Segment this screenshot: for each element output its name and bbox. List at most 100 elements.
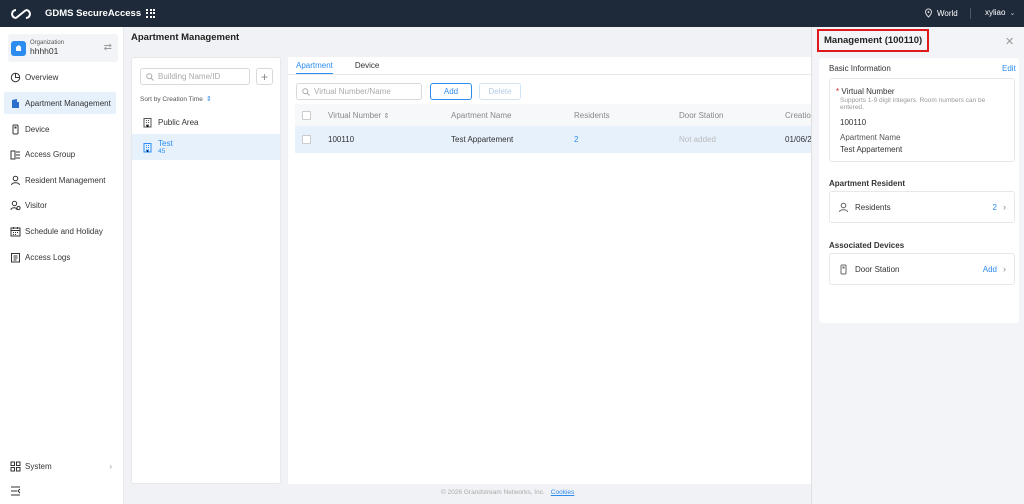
chevron-right-icon: › (1003, 202, 1006, 212)
column-header-door-station: Door Station (679, 110, 724, 120)
sidebar-item-label: Schedule and Holiday (25, 226, 103, 236)
table-header: Virtual Number ⇕ Apartment Name Resident… (295, 104, 818, 126)
required-mark: * (836, 87, 840, 96)
user-name: xyliao (985, 8, 1006, 17)
sidebar-item-label: System (25, 461, 52, 471)
sidebar-item-label: Overview (25, 72, 59, 82)
select-all-checkbox[interactable] (302, 110, 311, 120)
sidebar-item-access-group[interactable]: Access Group (4, 143, 116, 165)
organization-logo-icon (11, 40, 26, 56)
chevron-down-icon: ⌄ (1009, 9, 1016, 17)
column-header-virtual-number[interactable]: Virtual Number ⇕ (328, 111, 389, 120)
switch-icon[interactable]: ⇄ (104, 42, 112, 53)
organization-switcher[interactable]: Organization hhhh01 ⇄ (8, 34, 118, 62)
app-name: GDMS SecureAccess (45, 8, 142, 19)
virtual-number-label: Virtual Number (841, 87, 895, 96)
door-station-row[interactable]: Door Station Add › (829, 253, 1015, 285)
sidebar-item-resident-management[interactable]: Resident Management (4, 169, 116, 191)
visitor-icon (10, 200, 21, 211)
door-station-add-link[interactable]: Add (983, 265, 997, 274)
tab-device[interactable]: Device (355, 61, 379, 74)
virtual-number-value: 100110 (840, 118, 867, 127)
add-apartment-button[interactable]: Add (430, 83, 472, 100)
edit-button[interactable]: Edit (1002, 64, 1016, 73)
apartment-name-label: Apartment Name (840, 133, 901, 142)
access-group-icon (10, 149, 21, 160)
drawer-title: Management (100110) (817, 29, 930, 52)
door-station-label: Door Station (855, 264, 900, 274)
chevron-right-icon: › (109, 461, 112, 471)
cell-virtual-number: 100110 (328, 135, 355, 144)
log-icon (10, 252, 21, 263)
sidebar-item-apartment-management[interactable]: Apartment Management (4, 92, 116, 114)
basic-info-title: Basic Information (829, 64, 891, 73)
cell-residents-link[interactable]: 2 (574, 135, 578, 144)
tree-node-count: 45 (158, 148, 166, 155)
row-checkbox[interactable] (302, 135, 311, 144)
resident-icon (10, 175, 21, 186)
resident-icon (839, 202, 848, 212)
top-bar: GDMS SecureAccess World xyliao ⌄ (0, 0, 1024, 27)
residents-count: 2 (992, 202, 997, 212)
search-icon (302, 87, 310, 96)
tree-node-label: Public Area (158, 118, 199, 127)
region-selector[interactable]: World (924, 8, 958, 18)
building-search-input[interactable]: Building Name/ID (140, 68, 250, 85)
management-card: Basic Information Edit * Virtual Number … (819, 58, 1019, 323)
sidebar-item-access-logs[interactable]: Access Logs (4, 246, 116, 268)
sidebar-item-label: Apartment Management (25, 98, 111, 108)
device-icon (10, 124, 21, 135)
organization-name: hhhh01 (30, 46, 59, 56)
region-label: World (937, 8, 958, 18)
tree-node-label: Test (158, 139, 173, 148)
delete-apartment-button[interactable]: Delete (479, 83, 521, 100)
building-search-placeholder: Building Name/ID (158, 72, 221, 81)
pie-chart-icon (10, 72, 21, 83)
sort-icon: ⇕ (205, 96, 212, 103)
collapse-sidebar-icon[interactable] (10, 486, 21, 498)
apartment-resident-title: Apartment Resident (829, 179, 906, 188)
calendar-icon (10, 226, 21, 237)
sidebar-item-schedule-and-holiday[interactable]: Schedule and Holiday (4, 220, 116, 242)
sort-label: Sort by Creation Time (140, 95, 203, 103)
tab-apartment[interactable]: Apartment (296, 61, 333, 74)
associated-devices-title: Associated Devices (829, 241, 905, 250)
building-tree-panel: Building Name/ID + Sort by Creation Time… (131, 57, 281, 484)
sort-selector[interactable]: Sort by Creation Time ⇕ (140, 95, 212, 104)
sidebar-item-label: Device (25, 124, 50, 134)
user-menu[interactable]: xyliao ⌄ (985, 8, 1015, 17)
apartment-name-value: Test Appartement (840, 145, 903, 154)
virtual-number-hint: Supports 1-9 digit integers. Room number… (840, 97, 986, 111)
apartment-search-placeholder: Virtual Number/Name (314, 87, 391, 96)
apartment-content: Apartment Device Virtual Number/Name Add… (288, 57, 818, 484)
copyright-text: © 2026 Grandstream Networks, Inc. (441, 489, 545, 496)
table-row[interactable]: 100110 Test Appartement 2 Not added 01/0… (295, 126, 818, 153)
app-grid-icon[interactable] (146, 8, 156, 19)
building-icon (143, 142, 152, 152)
close-icon[interactable]: ✕ (1005, 35, 1014, 48)
cell-door-station: Not added (679, 135, 716, 144)
building-icon (10, 98, 21, 109)
apartment-search-input[interactable]: Virtual Number/Name (296, 83, 422, 100)
sidebar: Organization hhhh01 ⇄ Overview Apartment… (0, 27, 124, 504)
cell-creation: 01/06/2 (785, 135, 812, 144)
tree-node-public-area[interactable]: Public Area (132, 114, 280, 131)
residents-row[interactable]: Residents 2 › (829, 191, 1015, 223)
sidebar-item-overview[interactable]: Overview (4, 66, 116, 88)
tab-divider (288, 74, 818, 75)
door-station-icon (840, 264, 847, 274)
residents-label: Residents (855, 202, 891, 212)
search-icon (146, 72, 154, 81)
basic-info-box: * Virtual Number Supports 1-9 digit inte… (829, 78, 1015, 162)
add-building-button[interactable]: + (256, 68, 273, 85)
sidebar-item-label: Visitor (25, 200, 48, 210)
sidebar-item-label: Access Logs (25, 252, 71, 262)
sidebar-item-system[interactable]: System › (4, 455, 116, 477)
sidebar-item-label: Access Group (25, 149, 76, 159)
sidebar-item-device[interactable]: Device (4, 118, 116, 140)
tree-node-test[interactable]: Test 45 (132, 134, 280, 160)
sidebar-item-visitor[interactable]: Visitor (4, 194, 116, 216)
topbar-divider (970, 8, 971, 19)
cookies-link[interactable]: Cookies (551, 489, 574, 496)
management-drawer: Management (100110) ✕ Basic Information … (811, 27, 1024, 504)
